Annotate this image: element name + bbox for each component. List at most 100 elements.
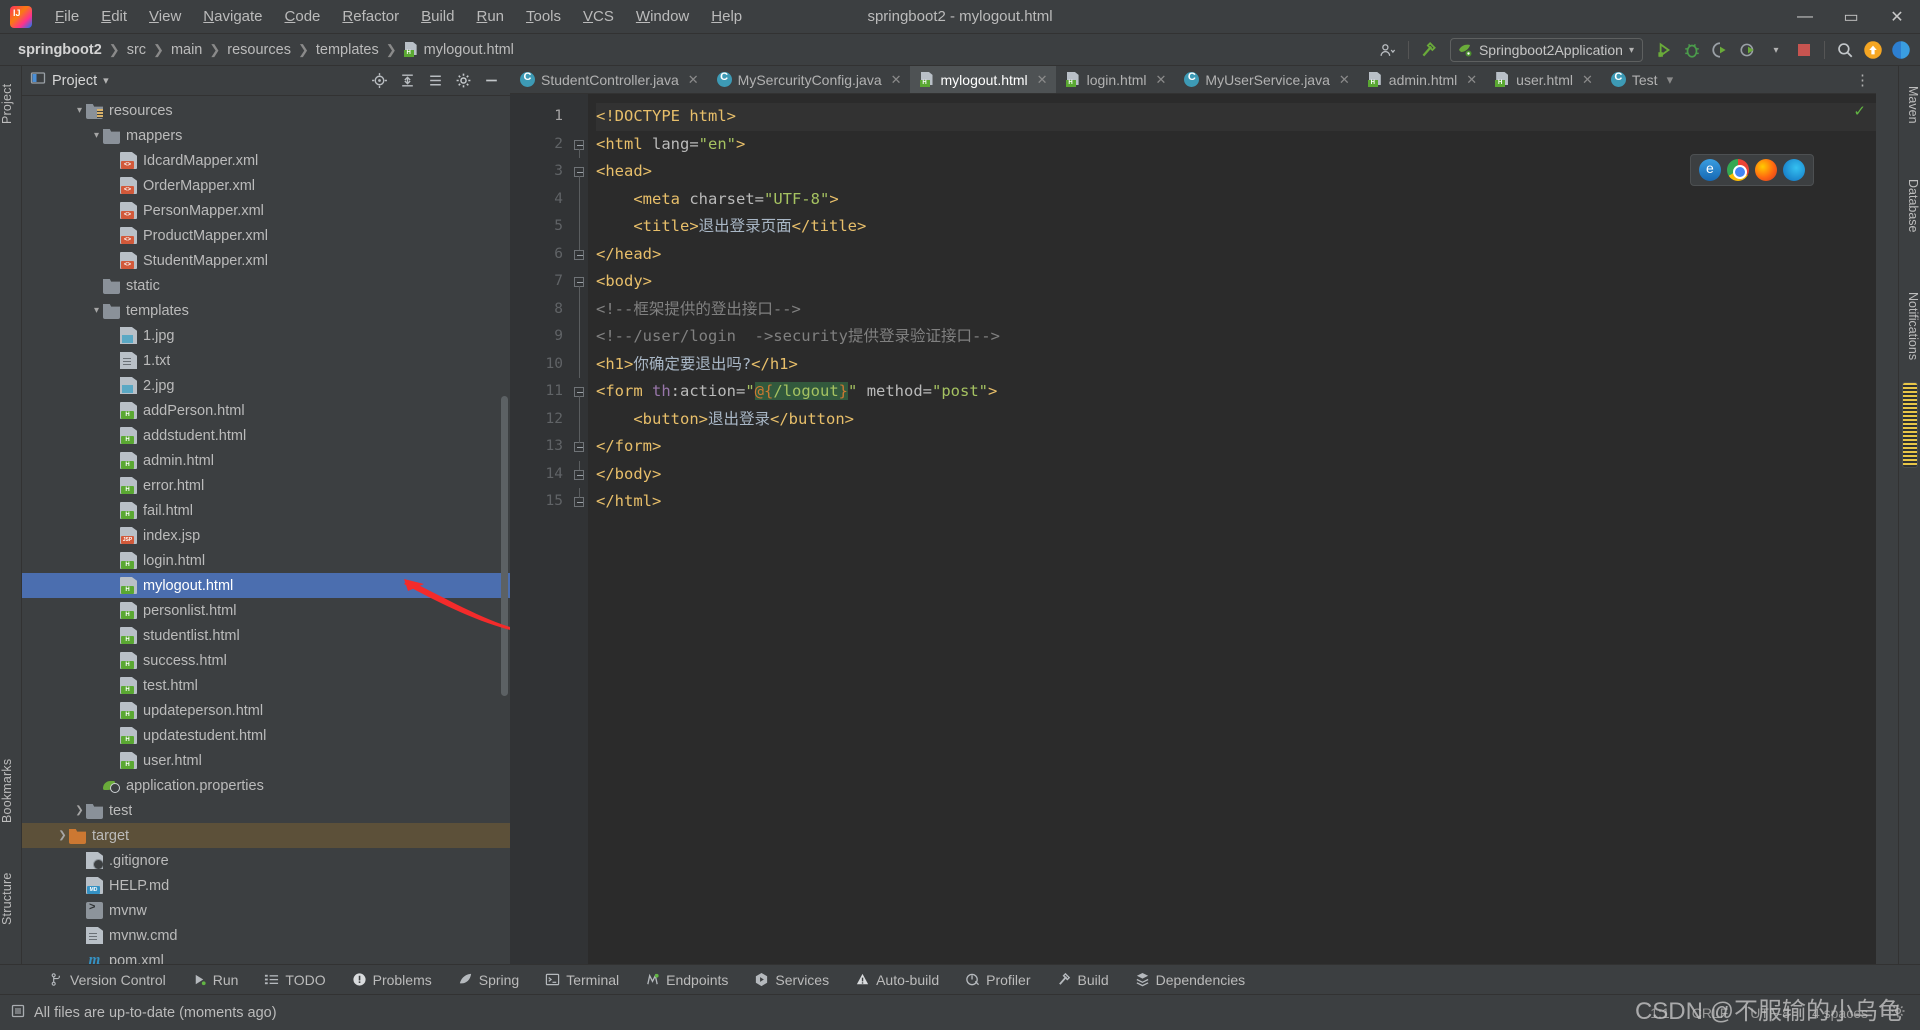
tree-node-templates[interactable]: ▾ templates — [22, 298, 510, 323]
bottom-tab-profiler[interactable]: Profiler — [952, 969, 1043, 991]
line-number[interactable]: 7 — [510, 268, 572, 296]
line-number[interactable]: 6 — [510, 241, 572, 269]
chevron-down-icon[interactable]: ▾ — [1763, 37, 1789, 63]
ie-browser-icon[interactable] — [1699, 159, 1721, 181]
profiler-run-icon[interactable] — [1735, 37, 1761, 63]
tree-node-pom-xml[interactable]: m pom.xml — [22, 948, 510, 964]
tree-node-mylogout-html[interactable]: Hmylogout.html — [22, 573, 510, 598]
fold-marker[interactable] — [572, 240, 588, 269]
bottom-tab-services[interactable]: Services — [741, 969, 842, 991]
bottom-tab-run[interactable]: Run — [179, 969, 252, 991]
search-icon[interactable] — [1832, 37, 1858, 63]
menu-item-edit[interactable]: Edit — [90, 4, 138, 29]
chrome-browser-icon[interactable] — [1727, 159, 1749, 181]
bottom-tab-version-control[interactable]: Version Control — [36, 969, 179, 991]
code-line[interactable]: <html lang="en"> — [596, 131, 1876, 159]
expand-all-icon[interactable] — [394, 68, 420, 94]
bottom-tab-dependencies[interactable]: Dependencies — [1122, 969, 1259, 991]
line-number[interactable]: 11 — [510, 378, 572, 406]
tree-node-1-txt[interactable]: 1.txt — [22, 348, 510, 373]
code-line[interactable]: <title>退出登录页面</title> — [596, 213, 1876, 241]
tree-node-test-html[interactable]: Htest.html — [22, 673, 510, 698]
breadcrumb-item-main[interactable]: main — [165, 40, 208, 60]
sidebar-item-structure[interactable]: Structure — [0, 856, 22, 942]
bottom-tab-endpoints[interactable]: Endpoints — [632, 969, 741, 991]
fold-marker[interactable] — [572, 378, 588, 406]
settings-gear-icon[interactable] — [450, 68, 476, 94]
firefox-browser-icon[interactable] — [1755, 159, 1777, 181]
sidebar-item-database[interactable]: Database — [1898, 166, 1920, 246]
code-line[interactable]: <h1>你确定要退出吗?</h1> — [596, 351, 1876, 379]
fold-marker[interactable] — [572, 131, 588, 158]
close-tab-icon[interactable]: ✕ — [1339, 72, 1350, 88]
run-icon[interactable] — [1651, 37, 1677, 63]
editor-tab-test[interactable]: Test ▾ — [1601, 66, 1681, 93]
ide-icon[interactable] — [1888, 37, 1914, 63]
caret-position[interactable]: 1:1 — [1650, 1005, 1669, 1021]
updates-icon[interactable] — [1860, 37, 1886, 63]
bottom-tab-terminal[interactable]: Terminal — [532, 969, 632, 991]
bottom-tab-spring[interactable]: Spring — [445, 969, 532, 991]
inspection-status-icon[interactable]: ✓ — [1853, 102, 1866, 120]
gear-icon[interactable] — [1890, 1003, 1906, 1022]
fold-marker[interactable] — [572, 295, 588, 323]
tree-node-success-html[interactable]: Hsuccess.html — [22, 648, 510, 673]
editor-tab-bar[interactable]: StudentController.java✕MySercurityConfig… — [510, 66, 1876, 94]
main-menu[interactable]: File Edit View Navigate Code Refactor Build Run… — [44, 4, 753, 29]
tree-node-mvnw[interactable]: mvnw — [22, 898, 510, 923]
run-configuration-selector[interactable]: Springboot2Application ▾ — [1449, 38, 1643, 62]
locate-icon[interactable] — [366, 68, 392, 94]
editor-tab-mysercurityconfig-java[interactable]: MySercurityConfig.java ✕ — [707, 66, 910, 93]
fold-marker[interactable] — [572, 350, 588, 378]
close-tab-icon[interactable]: ✕ — [1037, 72, 1048, 88]
file-encoding[interactable]: UTF-8 — [1750, 1005, 1790, 1021]
editor-tab-myuserservice-java[interactable]: MyUserService.java ✕ — [1174, 66, 1357, 93]
tree-node-mvnw-cmd[interactable]: mvnw.cmd — [22, 923, 510, 948]
code-line[interactable]: <!--/user/login ->security提供登录验证接口--> — [596, 323, 1876, 351]
fold-marker[interactable] — [572, 460, 588, 489]
profile-icon[interactable] — [1375, 37, 1401, 63]
line-separator[interactable]: CRLF — [1692, 1005, 1729, 1021]
tree-node-login-html[interactable]: Hlogin.html — [22, 548, 510, 573]
chevron-down-icon[interactable]: ▾ — [1629, 45, 1634, 56]
fold-marker[interactable] — [572, 405, 588, 433]
menu-item-run[interactable]: Run — [465, 4, 515, 29]
menu-item-help[interactable]: Help — [700, 4, 753, 29]
bottom-tab-auto-build[interactable]: Auto-build — [842, 969, 952, 991]
tree-node-updatestudent-html[interactable]: Hupdatestudent.html — [22, 723, 510, 748]
tree-node-ordermapper-xml[interactable]: <> OrderMapper.xml — [22, 173, 510, 198]
close-tab-icon[interactable]: ✕ — [891, 72, 902, 88]
line-number[interactable]: 14 — [510, 461, 572, 489]
line-number[interactable]: 8 — [510, 296, 572, 324]
menu-item-navigate[interactable]: Navigate — [192, 4, 273, 29]
close-tab-icon[interactable]: ✕ — [1466, 72, 1477, 88]
tree-node-2-jpg[interactable]: 2.jpg — [22, 373, 510, 398]
indent-setting[interactable]: 4 spaces — [1812, 1005, 1868, 1021]
tree-node-studentmapper-xml[interactable]: <> StudentMapper.xml — [22, 248, 510, 273]
code-line[interactable]: <head> — [596, 158, 1876, 186]
line-number[interactable]: 2 — [510, 131, 572, 159]
chevron-right-icon[interactable]: ❯ — [73, 805, 86, 816]
chevron-down-icon[interactable]: ▾ — [1667, 72, 1674, 88]
editor-tab-studentcontroller-java[interactable]: StudentController.java ✕ — [510, 66, 707, 93]
tree-node-1-jpg[interactable]: 1.jpg — [22, 323, 510, 348]
maximize-button[interactable]: ▭ — [1828, 0, 1874, 34]
hide-panel-icon[interactable] — [478, 68, 504, 94]
code-line[interactable]: <body> — [596, 268, 1876, 296]
tree-node-static[interactable]: static — [22, 273, 510, 298]
fold-marker[interactable] — [572, 103, 588, 131]
tree-node-target[interactable]: ❯ target — [22, 823, 510, 848]
close-tab-icon[interactable]: ✕ — [1582, 72, 1593, 88]
sidebar-item-maven[interactable]: Maven — [1898, 74, 1920, 136]
chevron-down-icon[interactable]: ▾ — [90, 130, 103, 141]
fold-marker[interactable] — [572, 433, 588, 461]
tree-node-addstudent-html[interactable]: Haddstudent.html — [22, 423, 510, 448]
debug-icon[interactable] — [1679, 37, 1705, 63]
code-line[interactable]: </html> — [596, 488, 1876, 516]
tree-node-admin-html[interactable]: Hadmin.html — [22, 448, 510, 473]
tree-node-user-html[interactable]: Huser.html — [22, 748, 510, 773]
breadcrumb[interactable]: springboot2 ❯ src ❯ main ❯ resources ❯ templates… — [0, 40, 520, 60]
code-text[interactable]: <!DOCTYPE html> <html lang="en"> <head> <m… — [588, 94, 1876, 964]
line-number[interactable]: 4 — [510, 186, 572, 214]
tree-node-personlist-html[interactable]: Hpersonlist.html — [22, 598, 510, 623]
